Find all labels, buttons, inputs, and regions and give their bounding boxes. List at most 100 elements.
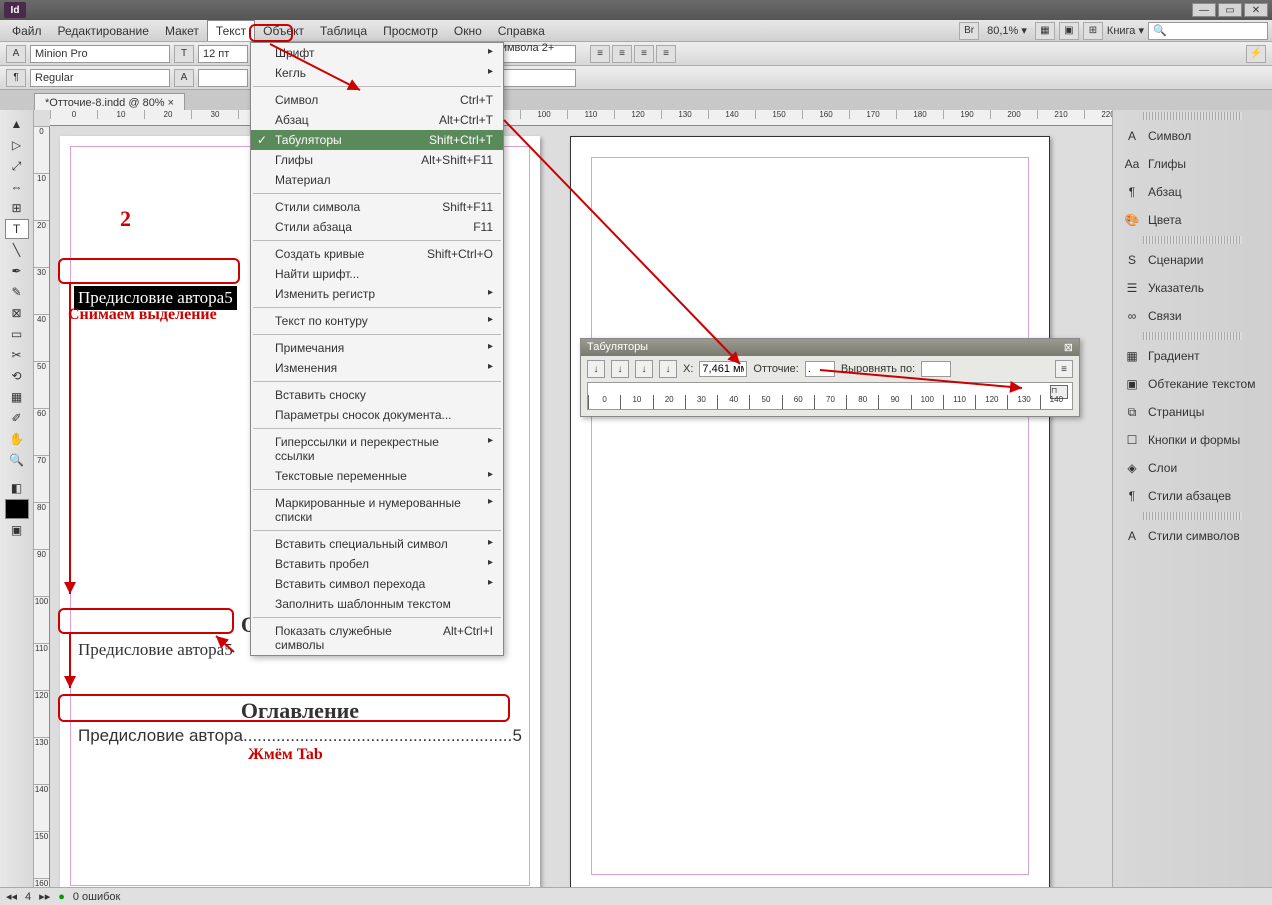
view-mode-icon[interactable]: ▦ bbox=[1035, 22, 1055, 40]
book-label[interactable]: Книга ▾ bbox=[1107, 24, 1144, 37]
panel-слои[interactable]: ◈Слои bbox=[1115, 455, 1270, 481]
close-button[interactable]: ✕ bbox=[1244, 3, 1268, 17]
apply-color[interactable]: ▣ bbox=[5, 520, 29, 540]
font-style-field[interactable]: Regular bbox=[30, 69, 170, 87]
fill-stroke[interactable]: ◧ bbox=[5, 478, 29, 498]
leader-line[interactable]: Предисловие автора .....................… bbox=[74, 724, 526, 748]
para-panel-icon[interactable]: ¶ bbox=[6, 69, 26, 87]
menu-item-создать-кривые[interactable]: Создать кривыеShift+Ctrl+O bbox=[251, 244, 503, 264]
menu-item-заполнить-шаблонным-текстом[interactable]: Заполнить шаблонным текстом bbox=[251, 594, 503, 614]
menu-макет[interactable]: Макет bbox=[157, 21, 207, 41]
align-right-icon[interactable]: ≡ bbox=[634, 45, 654, 63]
menu-item-стили-символа[interactable]: Стили символаShift+F11 bbox=[251, 197, 503, 217]
tabs-panel[interactable]: Табуляторы ⊠ ↓ ↓ ↓ ↓ X: Отточие: Выровня… bbox=[580, 338, 1080, 417]
tab-align-center[interactable]: ↓ bbox=[611, 360, 629, 378]
selected-text[interactable]: Предисловие автора5 bbox=[74, 286, 237, 310]
tab-align-left[interactable]: ↓ bbox=[587, 360, 605, 378]
menu-таблица[interactable]: Таблица bbox=[312, 21, 375, 41]
panel-градиент[interactable]: ▦Градиент bbox=[1115, 343, 1270, 369]
panel-кнопки-и-формы[interactable]: ☐Кнопки и формы bbox=[1115, 427, 1270, 453]
rectangle-color[interactable] bbox=[5, 499, 29, 519]
canvas[interactable]: Огл Предисловие автора5 Оглавление Преди… bbox=[50, 126, 1112, 887]
panel-абзац[interactable]: ¶Абзац bbox=[1115, 179, 1270, 205]
tab-align-right[interactable]: ↓ bbox=[635, 360, 653, 378]
close-tab-icon[interactable]: × bbox=[168, 97, 174, 109]
menu-item-найти-шрифт...[interactable]: Найти шрифт... bbox=[251, 264, 503, 284]
menu-item-абзац[interactable]: АбзацAlt+Ctrl+T bbox=[251, 110, 503, 130]
menu-редактирование[interactable]: Редактирование bbox=[50, 21, 157, 41]
menu-текст[interactable]: Текст bbox=[207, 20, 255, 41]
menu-item-примечания[interactable]: Примечания bbox=[251, 338, 503, 358]
minimize-button[interactable]: — bbox=[1192, 3, 1216, 17]
transform-tool[interactable]: ⟲ bbox=[5, 366, 29, 386]
gradient-tool[interactable]: ▦ bbox=[5, 387, 29, 407]
arrange-icon[interactable]: ⊞ bbox=[1083, 22, 1103, 40]
panel-цвета[interactable]: 🎨Цвета bbox=[1115, 207, 1270, 233]
gap-tool[interactable]: ⇔ bbox=[5, 177, 29, 197]
panel-grip[interactable] bbox=[1143, 236, 1242, 244]
menu-item-показать-служебные-символы[interactable]: Показать служебные символыAlt+Ctrl+I bbox=[251, 621, 503, 655]
tabs-x-input[interactable] bbox=[699, 361, 747, 377]
direct-selection-tool[interactable]: ▷ bbox=[5, 135, 29, 155]
menu-item-изменить-регистр[interactable]: Изменить регистр bbox=[251, 284, 503, 304]
panel-grip[interactable] bbox=[1143, 112, 1242, 120]
menu-item-кегль[interactable]: Кегль bbox=[251, 63, 503, 83]
bridge-icon[interactable]: Br bbox=[959, 22, 979, 40]
status-page[interactable]: 4 bbox=[25, 891, 31, 903]
menu-справка[interactable]: Справка bbox=[490, 21, 553, 41]
panel-символ[interactable]: AСимвол bbox=[1115, 123, 1270, 149]
panel-обтекание-текстом[interactable]: ▣Обтекание текстом bbox=[1115, 371, 1270, 397]
menu-item-текстовые-переменные[interactable]: Текстовые переменные bbox=[251, 466, 503, 486]
tab-align-decimal[interactable]: ↓ bbox=[659, 360, 677, 378]
tabs-menu-icon[interactable]: ≡ bbox=[1055, 360, 1073, 378]
menu-item-параметры-сносок-документа...[interactable]: Параметры сносок документа... bbox=[251, 405, 503, 425]
menu-item-вставить-пробел[interactable]: Вставить пробел bbox=[251, 554, 503, 574]
menu-просмотр[interactable]: Просмотр bbox=[375, 21, 446, 41]
font-size-field[interactable]: 12 пт bbox=[198, 45, 248, 63]
menu-item-символ[interactable]: СимволCtrl+T bbox=[251, 90, 503, 110]
align-justify-icon[interactable]: ≡ bbox=[656, 45, 676, 63]
panel-страницы[interactable]: ⧉Страницы bbox=[1115, 399, 1270, 425]
status-errors[interactable]: 0 ошибок bbox=[73, 891, 121, 903]
type-tool[interactable]: T bbox=[5, 219, 29, 239]
panel-связи[interactable]: ∞Связи bbox=[1115, 303, 1270, 329]
panel-grip[interactable] bbox=[1143, 332, 1242, 340]
tabs-close-icon[interactable]: ⊠ bbox=[1064, 341, 1073, 354]
panel-указатель[interactable]: ☰Указатель bbox=[1115, 275, 1270, 301]
menu-item-вставить-символ-перехода[interactable]: Вставить символ перехода bbox=[251, 574, 503, 594]
flash-icon[interactable]: ⚡ bbox=[1246, 45, 1266, 63]
menu-item-вставить-специальный-символ[interactable]: Вставить специальный символ bbox=[251, 534, 503, 554]
align-left-icon[interactable]: ≡ bbox=[590, 45, 610, 63]
menu-item-табуляторы[interactable]: ТабуляторыShift+Ctrl+T bbox=[251, 130, 503, 150]
menu-item-глифы[interactable]: ГлифыAlt+Shift+F11 bbox=[251, 150, 503, 170]
frame-tool[interactable]: ⊠ bbox=[5, 303, 29, 323]
align-center-icon[interactable]: ≡ bbox=[612, 45, 632, 63]
menu-item-изменения[interactable]: Изменения bbox=[251, 358, 503, 378]
menu-item-стили-абзаца[interactable]: Стили абзацаF11 bbox=[251, 217, 503, 237]
panel-grip[interactable] bbox=[1143, 512, 1242, 520]
panel-глифы[interactable]: AaГлифы bbox=[1115, 151, 1270, 177]
char-panel-icon[interactable]: A bbox=[6, 45, 26, 63]
tabs-ruler[interactable]: ⊓ 0102030405060708090100110120130140 bbox=[587, 382, 1073, 410]
zoom-tool[interactable]: 🔍 bbox=[5, 450, 29, 470]
tabs-leader-input[interactable] bbox=[805, 361, 835, 377]
screen-mode-icon[interactable]: ▣ bbox=[1059, 22, 1079, 40]
menu-item-шрифт[interactable]: Шрифт bbox=[251, 43, 503, 63]
page-tool[interactable]: ⤢ bbox=[5, 156, 29, 176]
font-family-field[interactable]: Minion Pro bbox=[30, 45, 170, 63]
eyedropper-tool[interactable]: ✐ bbox=[5, 408, 29, 428]
pencil-tool[interactable]: ✎ bbox=[5, 282, 29, 302]
menu-item-материал[interactable]: Материал bbox=[251, 170, 503, 190]
rectangle-tool[interactable]: ▭ bbox=[5, 324, 29, 344]
line-tool[interactable]: ╲ bbox=[5, 240, 29, 260]
zoom-display[interactable]: 80,1% ▾ bbox=[983, 22, 1031, 39]
menu-item-маркированные-и-нумерованные-списки[interactable]: Маркированные и нумерованные списки bbox=[251, 493, 503, 527]
panel-стили-абзацев[interactable]: ¶Стили абзацев bbox=[1115, 483, 1270, 509]
menu-item-вставить-сноску[interactable]: Вставить сноску bbox=[251, 385, 503, 405]
tabs-align-input[interactable] bbox=[921, 361, 951, 377]
menu-объект[interactable]: Объект bbox=[255, 21, 312, 41]
menu-окно[interactable]: Окно bbox=[446, 21, 490, 41]
scissors-tool[interactable]: ✂ bbox=[5, 345, 29, 365]
panel-стили-символов[interactable]: AСтили символов bbox=[1115, 523, 1270, 549]
content-tool[interactable]: ⊞ bbox=[5, 198, 29, 218]
